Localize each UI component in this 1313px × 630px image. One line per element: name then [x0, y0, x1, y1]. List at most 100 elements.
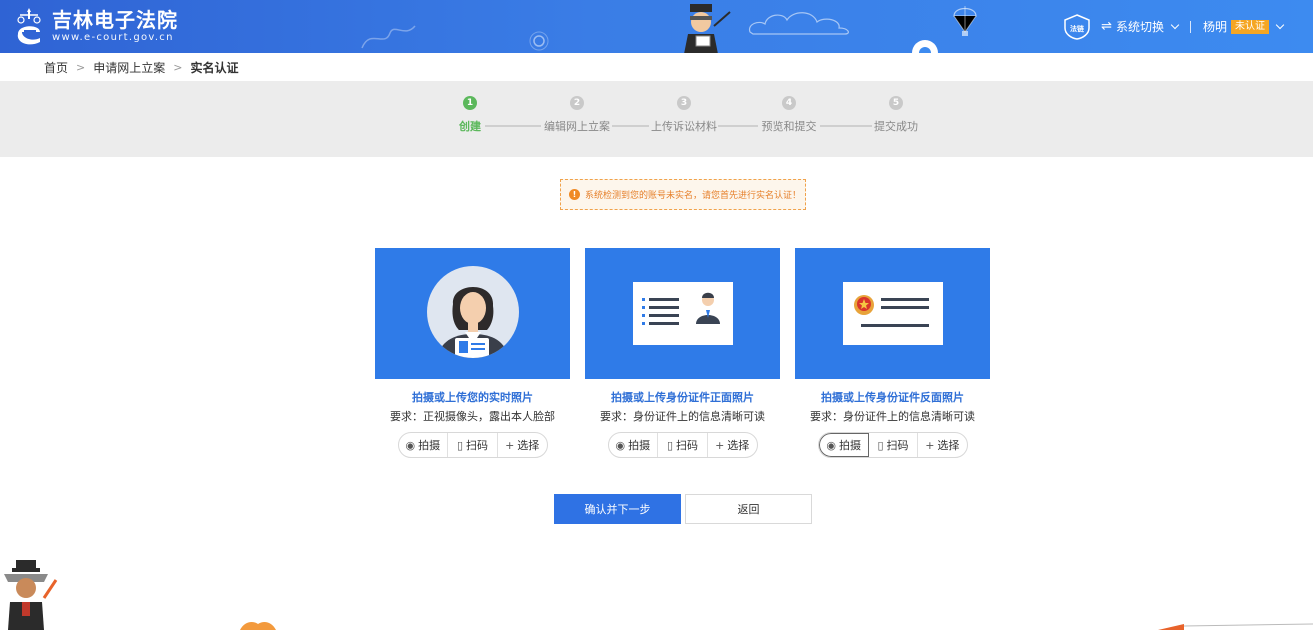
id-back-illustration — [795, 248, 990, 379]
card-requirement: 要求：正视摄像头，露出本人脸部 — [390, 410, 555, 423]
shoot-button[interactable]: ◉ 拍摄 — [609, 433, 659, 457]
step-number: 3 — [677, 96, 691, 110]
scan-label: 扫码 — [466, 439, 489, 452]
unverified-notice: ! 系统检测到您的账号未实名，请您首先进行实名认证！ — [560, 179, 806, 210]
step-submit-success: 5 提交成功 — [872, 96, 920, 134]
breadcrumb-online-filing[interactable]: 申请网上立案 — [93, 59, 165, 76]
verify-status-badge: 未认证 — [1231, 19, 1269, 34]
step-label: 预览和提交 — [761, 120, 817, 133]
id-front-card: 拍摄或上传身份证件正面照片 要求：身份证件上的信息清晰可读 ◉ 拍摄 ▯ 扫码 + 选… — [585, 248, 780, 458]
step-connector — [718, 125, 758, 127]
swirl-decoration-icon — [361, 25, 416, 49]
judge-mascot-bottom-icon — [4, 560, 58, 630]
header-divider — [1189, 20, 1191, 33]
live-photo-illustration — [375, 248, 570, 379]
id-back-card: 拍摄或上传身份证件反面照片 要求：身份证件上的信息清晰可读 ◉ 拍摄 ▯ 扫码 + 选… — [795, 248, 990, 458]
camera-icon: ◉ — [405, 438, 416, 452]
choose-button[interactable]: + 选择 — [498, 433, 547, 457]
switch-arrows-icon: ⇌ — [1101, 19, 1112, 34]
photo-action-group: ◉ 拍摄 ▯ 扫码 + 选择 — [817, 432, 968, 458]
system-switch-button[interactable]: ⇌ 系统切换 — [1101, 18, 1180, 35]
chevron-down-icon — [1275, 20, 1285, 29]
camera-icon: ◉ — [615, 438, 626, 452]
step-connector — [820, 125, 872, 127]
choose-label: 选择 — [727, 439, 750, 452]
plus-icon: + — [715, 438, 725, 452]
step-connector — [485, 125, 541, 127]
confirm-next-button[interactable]: 确认并下一步 — [554, 494, 681, 524]
plus-icon: + — [505, 438, 515, 452]
step-connector — [612, 125, 649, 127]
shoot-label: 拍摄 — [418, 439, 441, 452]
chevron-right-icon: > — [173, 61, 183, 74]
breadcrumb: 首页 > 申请网上立案 > 实名认证 — [44, 59, 238, 76]
photo-action-group: ◉ 拍摄 ▯ 扫码 + 选择 — [397, 432, 548, 458]
fa-lian-badge-icon[interactable]: 法链 — [1063, 13, 1091, 40]
shoot-label: 拍摄 — [838, 439, 861, 452]
scan-button[interactable]: ▯ 扫码 — [448, 433, 498, 457]
step-label: 编辑网上立案 — [544, 120, 610, 133]
progress-steps: 1 创建 2 编辑网上立案 3 上传诉讼材料 4 预览和提交 5 提交成功 — [0, 81, 1313, 157]
scan-button[interactable]: ▯ 扫码 — [658, 433, 708, 457]
step-label: 创建 — [459, 120, 481, 133]
site-logo[interactable]: 吉林电子法院 www.e-court.gov.cn — [12, 6, 178, 46]
system-switch-label: 系统切换 — [1115, 20, 1164, 34]
cloud-decoration-icon — [748, 12, 849, 35]
orange-decoration-icon — [240, 622, 276, 630]
choose-label: 选择 — [937, 439, 960, 452]
step-number: 5 — [889, 96, 903, 110]
choose-label: 选择 — [517, 439, 540, 452]
card-requirement: 要求：身份证件上的信息清晰可读 — [600, 410, 765, 423]
choose-button[interactable]: + 选择 — [708, 433, 757, 457]
warning-icon: ! — [569, 189, 580, 200]
phone-icon: ▯ — [877, 438, 884, 452]
step-label: 上传诉讼材料 — [651, 120, 717, 133]
step-label: 提交成功 — [874, 120, 918, 133]
shoot-button[interactable]: ◉ 拍摄 — [399, 433, 449, 457]
back-button[interactable]: 返回 — [685, 494, 812, 524]
orange-decoration-icon — [1158, 623, 1313, 630]
breadcrumb-home[interactable]: 首页 — [44, 59, 68, 76]
step-number: 4 — [782, 96, 796, 110]
step-preview-submit: 4 预览和提交 — [758, 96, 820, 134]
photo-action-group: ◉ 拍摄 ▯ 扫码 + 选择 — [607, 432, 758, 458]
step-edit-filing: 2 编辑网上立案 — [542, 96, 612, 134]
scan-button[interactable]: ▯ 扫码 — [869, 433, 919, 457]
phone-icon: ▯ — [666, 438, 674, 452]
shoot-label: 拍摄 — [628, 439, 651, 452]
scan-label: 扫码 — [886, 439, 909, 452]
logo-title: 吉林电子法院 — [52, 8, 178, 32]
judge-mascot-icon — [684, 4, 731, 53]
id-card-front-icon — [633, 282, 733, 345]
card-requirement: 要求：身份证件上的信息清晰可读 — [810, 410, 975, 423]
live-photo-card: 拍摄或上传您的实时照片 要求：正视摄像头，露出本人脸部 ◉ 拍摄 ▯ 扫码 + 选择 — [375, 248, 570, 458]
sun-decoration-icon — [529, 31, 549, 51]
chevron-down-icon — [1170, 20, 1180, 29]
step-number: 2 — [570, 96, 584, 110]
court-logo-icon — [17, 8, 41, 45]
card-title: 拍摄或上传身份证件反面照片 — [821, 391, 964, 404]
camera-icon: ◉ — [826, 438, 836, 452]
plus-icon: + — [925, 438, 935, 452]
id-card-back-icon — [843, 282, 943, 345]
logo-url: www.e-court.gov.cn — [52, 32, 174, 43]
step-create: 1 创建 — [455, 96, 485, 134]
top-header: 吉林电子法院 www.e-court.gov.cn 法链 ⇌ 系统切换 杨明 未… — [0, 0, 1313, 53]
step-upload-materials: 3 上传诉讼材料 — [649, 96, 719, 134]
planet-decoration-icon — [912, 40, 938, 53]
breadcrumb-current: 实名认证 — [190, 61, 239, 75]
shoot-button[interactable]: ◉ 拍摄 — [818, 433, 869, 457]
choose-button[interactable]: + 选择 — [918, 433, 966, 457]
step-number: 1 — [463, 96, 477, 110]
card-title: 拍摄或上传您的实时照片 — [412, 391, 533, 404]
parachute-decoration-icon — [953, 6, 977, 36]
notice-text: 系统检测到您的账号未实名，请您首先进行实名认证！ — [585, 191, 802, 201]
chevron-right-icon: > — [76, 61, 86, 74]
scan-label: 扫码 — [676, 439, 699, 452]
user-name: 杨明 — [1202, 20, 1227, 34]
person-avatar-icon — [427, 266, 519, 358]
id-front-illustration — [585, 248, 780, 379]
user-menu[interactable]: 杨明 未认证 — [1202, 18, 1285, 35]
badge-text: 法链 — [1070, 24, 1084, 33]
card-title: 拍摄或上传身份证件正面照片 — [611, 391, 754, 404]
